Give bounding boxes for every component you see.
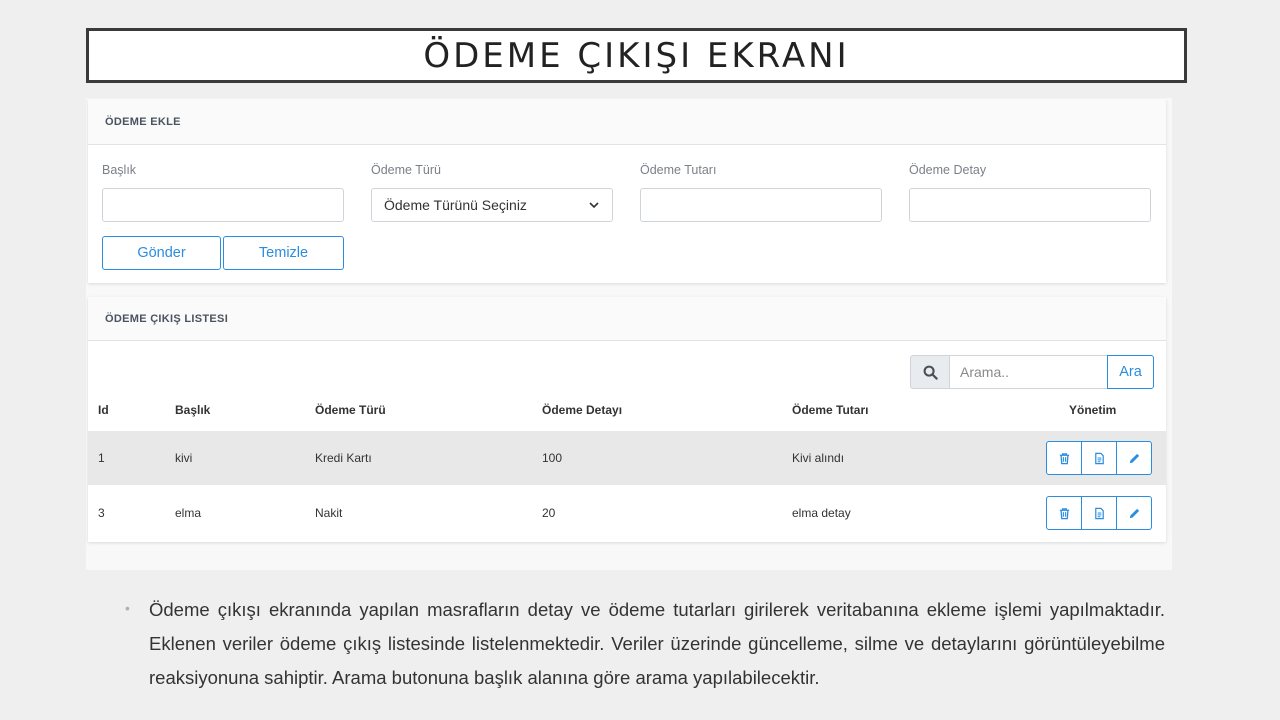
delete-button[interactable] bbox=[1046, 496, 1082, 530]
cell-type: Nakit bbox=[315, 506, 343, 520]
slide-title: ÖDEME ÇIKIŞI EKRANI bbox=[423, 35, 850, 76]
edit-button[interactable] bbox=[1116, 441, 1152, 475]
app-screenshot: ÖDEME EKLE Başlık Ödeme Türü Ödeme Türün… bbox=[86, 98, 1172, 570]
row-actions bbox=[1046, 441, 1152, 475]
cell-id: 3 bbox=[98, 506, 105, 520]
payment-type-selected: Ödeme Türünü Seçiniz bbox=[384, 197, 527, 213]
payment-detail-label: Ödeme Detay bbox=[909, 163, 987, 177]
payment-list-card: ÖDEME ÇIKIŞ LISTESI Ara Id Başlık Ödeme … bbox=[88, 297, 1166, 542]
cell-id: 1 bbox=[98, 451, 105, 465]
description-text: Ödeme çıkışı ekranında yapılan masraflar… bbox=[149, 599, 1165, 688]
document-icon bbox=[1094, 507, 1104, 519]
column-header-management: Yönetim bbox=[1069, 403, 1117, 417]
payment-amount-label: Ödeme Tutarı bbox=[640, 163, 717, 177]
cell-amount: Kivi alındı bbox=[792, 451, 845, 465]
column-header-type: Ödeme Türü bbox=[315, 403, 386, 417]
column-header-id: Id bbox=[98, 403, 109, 417]
edit-button[interactable] bbox=[1116, 496, 1152, 530]
column-header-detail: Ödeme Detayı bbox=[542, 403, 623, 417]
search-group: Ara bbox=[910, 355, 1154, 389]
submit-button[interactable]: Gönder bbox=[102, 236, 221, 270]
table-row[interactable]: 3 elma Nakit 20 elma detay bbox=[88, 486, 1166, 540]
payment-list-header: ÖDEME ÇIKIŞ LISTESI bbox=[88, 297, 1166, 341]
details-button[interactable] bbox=[1081, 496, 1117, 530]
table-row[interactable]: 1 kivi Kredi Kartı 100 Kivi alındı bbox=[88, 431, 1166, 485]
trash-icon bbox=[1059, 452, 1069, 464]
search-button[interactable]: Ara bbox=[1107, 355, 1154, 389]
add-payment-card: ÖDEME EKLE Başlık Ödeme Türü Ödeme Türün… bbox=[88, 99, 1166, 283]
column-header-amount: Ödeme Tutarı bbox=[792, 403, 869, 417]
search-icon bbox=[910, 355, 949, 389]
cell-title: elma bbox=[175, 506, 202, 520]
add-payment-title: ÖDEME EKLE bbox=[105, 115, 181, 128]
trash-icon bbox=[1059, 507, 1069, 519]
delete-button[interactable] bbox=[1046, 441, 1082, 475]
payment-amount-input[interactable] bbox=[640, 188, 882, 222]
cell-type: Kredi Kartı bbox=[315, 451, 372, 465]
title-input[interactable] bbox=[102, 188, 344, 222]
payment-type-label: Ödeme Türü bbox=[371, 163, 441, 177]
payment-detail-input[interactable] bbox=[909, 188, 1151, 222]
pencil-icon bbox=[1129, 453, 1139, 463]
slide-title-box: ÖDEME ÇIKIŞI EKRANI bbox=[86, 28, 1187, 83]
search-input[interactable] bbox=[949, 355, 1107, 389]
payment-type-select[interactable]: Ödeme Türünü Seçiniz bbox=[371, 188, 613, 222]
column-header-title: Başlık bbox=[175, 403, 211, 417]
add-payment-header: ÖDEME EKLE bbox=[88, 99, 1166, 145]
title-field-label: Başlık bbox=[102, 163, 137, 177]
details-button[interactable] bbox=[1081, 441, 1117, 475]
clear-button[interactable]: Temizle bbox=[223, 236, 344, 270]
cell-title: kivi bbox=[175, 451, 193, 465]
chevron-down-icon bbox=[589, 202, 599, 209]
cell-detail: 100 bbox=[542, 451, 563, 465]
row-actions bbox=[1046, 496, 1152, 530]
document-icon bbox=[1094, 452, 1104, 464]
cell-amount: elma detay bbox=[792, 506, 851, 520]
cell-detail: 20 bbox=[542, 506, 556, 520]
pencil-icon bbox=[1129, 508, 1139, 518]
bullet-icon: • bbox=[125, 600, 130, 616]
payment-list-title: ÖDEME ÇIKIŞ LISTESI bbox=[105, 312, 229, 325]
